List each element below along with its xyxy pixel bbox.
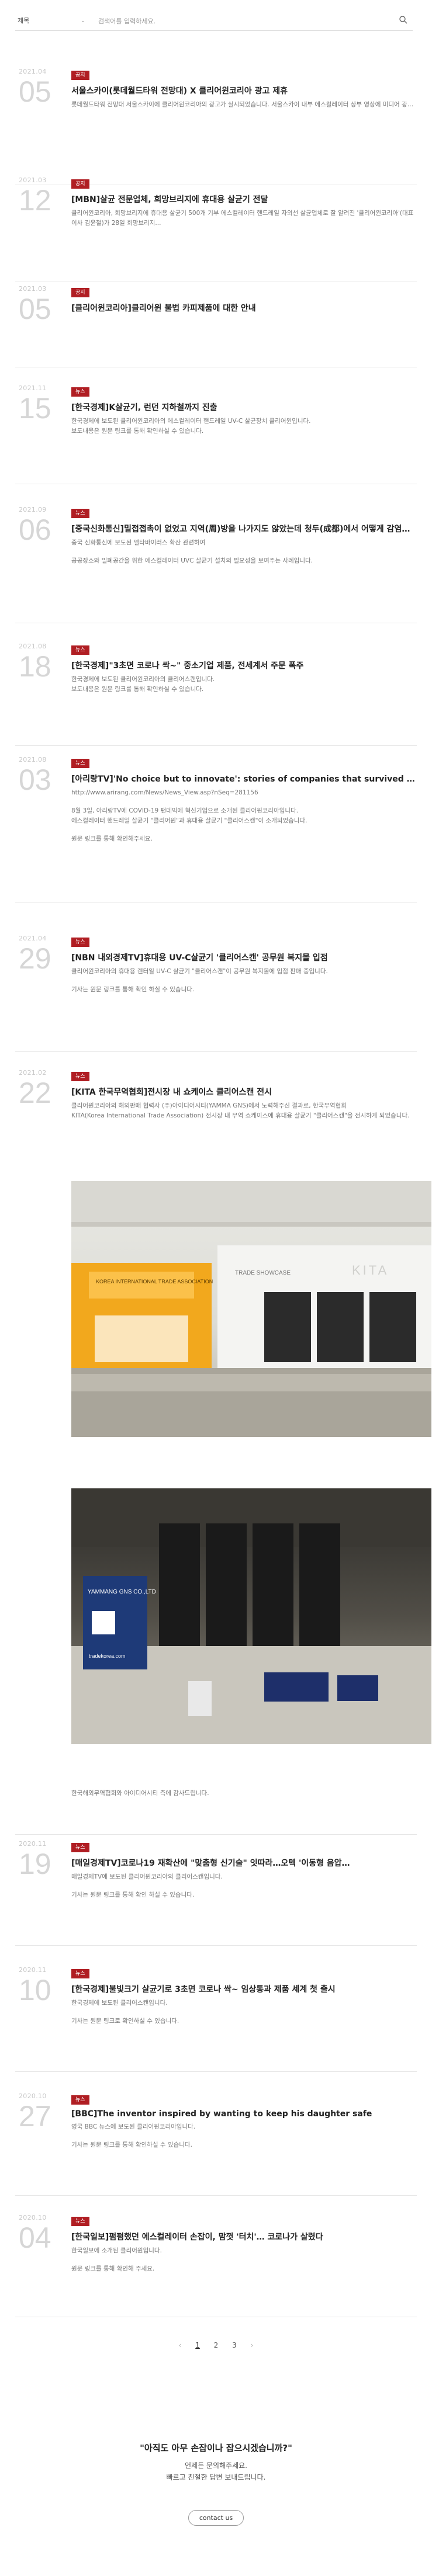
post-title[interactable]: [NBN 내외경제TV]휴대용 UV-C살균기 '클리어스캔' 공무원 복지몰 …: [71, 952, 417, 963]
post-date: 2021.11 15: [19, 384, 51, 425]
post-excerpt: 한국경제에 보도된 클리어윈코리아의 에스컬레이터 핸드레일 UV-C 살균장치…: [71, 418, 311, 435]
post-title[interactable]: [한국경제]K살균기, 런던 지하철까지 진출: [71, 401, 417, 413]
post-title[interactable]: [한국경제]불빛크기 살균기로 3초면 코로나 싹~ 임상통과 제품 세계 첫 …: [71, 1983, 417, 1995]
photo-caption: 한국해외무역협회와 아이디어시티 측에 감사드립니다.: [71, 1790, 209, 1797]
news-badge: 뉴스: [71, 759, 89, 768]
kita-showcase-photo: KOREA INTERNATIONAL TRADE ASSOCIATION TR…: [71, 1181, 431, 1437]
post-title[interactable]: [한국경제]"3초면 코로나 싹~" 중소기업 제품, 전세계서 주문 폭주: [71, 659, 417, 671]
post-title[interactable]: [클리어윈코리아]클리어윈 불법 카피제품에 대한 안내: [71, 302, 417, 314]
post-title[interactable]: [아리랑TV]'No choice but to innovate': stor…: [71, 773, 417, 784]
post-date: 2021.08 03: [19, 756, 51, 796]
news-badge: 뉴스: [71, 645, 89, 655]
post-date: 2021.04 05: [19, 68, 51, 108]
post-item[interactable]: 2021.04 29 뉴스 [NBN 내외경제TV]휴대용 UV-C살균기 '클리…: [15, 935, 417, 1052]
pagination: ‹ 1 2 3 ›: [0, 2341, 432, 2349]
post-title[interactable]: [매일경제TV]코로나19 재확산에 "맞춤형 신기술" 잇따라…오텍 '이동형…: [71, 1857, 417, 1869]
post-excerpt: 클리어윈코리아, 희망브리지에 휴대용 살균기 500개 기부 에스컬레이터 핸…: [71, 210, 414, 227]
news-badge: 뉴스: [71, 2095, 89, 2105]
post-date: 2020.10 04: [19, 2214, 51, 2254]
post-excerpt: 중국 신화통신에 보도된 델타바이러스 확산 관련하여 공공장소와 밀폐공간을 위…: [71, 539, 313, 564]
post-date: 2021.04 29: [19, 935, 51, 975]
search-icon[interactable]: [399, 15, 408, 25]
post-item[interactable]: 2021.03 05 공지 [클리어윈코리아]클리어윈 불법 카피제품에 대한 안…: [15, 285, 417, 367]
cta-line-2: 빠르고 친절한 답변 보내드립니다.: [166, 2473, 266, 2481]
category-select-label: 제목: [18, 17, 30, 25]
post-date: 2020.11 19: [19, 1840, 51, 1880]
booth-label: YAMMANG GNS CO.,LTD: [88, 1589, 156, 1595]
post-excerpt: 한국경제에 보도된 클리어스캔입니다. 기사는 원문 링크로 확인하실 수 있습니…: [71, 1999, 179, 2025]
news-badge: 뉴스: [71, 509, 89, 518]
post-excerpt: 한국경제에 보도된 클리어윈코리아의 클리어스캔입니다. 보도내용은 원문 링크를…: [71, 676, 215, 693]
next-page-button[interactable]: ›: [251, 2341, 254, 2349]
post-excerpt: 영국 BBC 뉴스에 보도된 클리어윈코리아입니다. 기사는 원문 링크를 통해 …: [71, 2123, 196, 2148]
post-date: 2020.11 10: [19, 1966, 51, 2006]
contact-cta: "아직도 아무 손잡이나 잡으시겠습니까?" 언제든 문의해주세요. 빠르고 친…: [0, 2442, 432, 2526]
news-badge: 뉴스: [71, 1843, 89, 1852]
post-item[interactable]: 2021.04 05 공지 서울스카이(롯데월드타워 전망대) X 클리어윈코리아…: [15, 68, 417, 185]
page-link-3[interactable]: 3: [232, 2341, 237, 2349]
post-title[interactable]: [MBN]살균 전문업체, 희망브리지에 휴대용 살균기 전달: [71, 193, 417, 205]
post-date: 2021.09 06: [19, 506, 51, 546]
post-item[interactable]: 2020.11 19 뉴스 [매일경제TV]코로나19 재확산에 "맞춤형 신기술…: [15, 1840, 417, 1946]
post-item[interactable]: 2021.11 15 뉴스 [한국경제]K살균기, 런던 지하철까지 진출 한국경…: [15, 384, 417, 484]
cta-question: "아직도 아무 손잡이나 잡으시겠습니까?": [140, 2443, 292, 2453]
category-select[interactable]: 제목 ⌄: [18, 15, 88, 27]
post-item[interactable]: 2020.10 27 뉴스 [BBC]The inventor inspired …: [15, 2092, 417, 2196]
post-item[interactable]: 2020.11 10 뉴스 [한국경제]불빛크기 살균기로 3초면 코로나 싹~ …: [15, 1966, 417, 2072]
post-title[interactable]: [한국일보]펌펌했던 에스컬레이터 손잡이, 맘껏 '터치'… 코로나가 살렸다: [71, 2231, 417, 2242]
prev-page-button[interactable]: ‹: [179, 2341, 182, 2349]
news-badge: 뉴스: [71, 1072, 89, 1081]
post-excerpt: 한국일보에 소개된 클리어윈입니다. 원문 링크를 통해 확인해 주세요.: [71, 2247, 162, 2272]
news-badge: 뉴스: [71, 387, 89, 397]
post-title[interactable]: [중국신화통신]밀접접촉이 없었고 지역(周)방을 나가지도 않았는데 청두(成…: [71, 523, 417, 534]
post-date: 2021.08 18: [19, 643, 51, 683]
news-badge: 뉴스: [71, 2217, 89, 2226]
notice-badge: 공지: [71, 288, 89, 297]
page-link-2[interactable]: 2: [214, 2341, 219, 2349]
news-badge: 뉴스: [71, 938, 89, 947]
news-badge: 뉴스: [71, 1969, 89, 1978]
post-item[interactable]: 2020.10 04 뉴스 [한국일보]펌펌했던 에스컬레이터 손잡이, 맘껏 '…: [15, 2214, 417, 2317]
post-item[interactable]: 2021.03 12 공지 [MBN]살균 전문업체, 희망브리지에 휴대용 살균…: [15, 176, 417, 282]
showcase-title: KOREA INTERNATIONAL TRADE ASSOCIATION: [96, 1279, 213, 1284]
post-date: 2020.10 27: [19, 2092, 51, 2133]
cta-subtext: 언제든 문의해주세요. 빠르고 친절한 답변 보내드립니다.: [0, 2460, 432, 2483]
search-bar: 제목 ⌄: [15, 12, 413, 31]
booth-photo: YAMMANG GNS CO.,LTD tradekorea.com: [71, 1488, 431, 1744]
post-excerpt: 클리어윈코리아의 휴대용 렌터일 UV-C 살균기 "클리어스캔"이 공무원 복…: [71, 968, 328, 993]
chevron-down-icon: ⌄: [81, 18, 85, 24]
cta-line-1: 언제든 문의해주세요.: [185, 2462, 247, 2470]
post-date: 2021.03 05: [19, 285, 51, 325]
kita-sign: KITA: [352, 1263, 389, 1277]
page-link-1[interactable]: 1: [195, 2341, 200, 2349]
source-link[interactable]: http://www.arirang.com/News/News_View.as…: [71, 788, 417, 798]
post-date: 2021.03 12: [19, 176, 51, 217]
contact-us-button[interactable]: contact us: [188, 2510, 244, 2526]
post-title[interactable]: [KITA 한국무역협회]전시장 내 쇼케이스 클리어스캔 전시: [71, 1086, 417, 1098]
post-item[interactable]: 2021.08 18 뉴스 [한국경제]"3초면 코로나 싹~" 중소기업 제품,…: [15, 643, 417, 746]
post-excerpt: 롯데월드타워 전망대 서울스카이에 클리어윈코리아의 광고가 실시되었습니다. …: [71, 101, 417, 108]
post-item[interactable]: 2021.09 06 뉴스 [중국신화통신]밀접접촉이 없었고 지역(周)방을 나…: [15, 506, 417, 623]
notice-badge: 공지: [71, 179, 89, 189]
post-title[interactable]: 서울스카이(롯데월드타워 전망대) X 클리어윈코리아 광고 제휴: [71, 85, 417, 96]
notice-badge: 공지: [71, 71, 89, 80]
post-excerpt: 클리어윈코리아의 해외판매 협력사 (주)아이디어시티(YAMMA GNS)에서…: [71, 1102, 410, 1119]
post-excerpt: http://www.arirang.com/News/News_View.as…: [71, 788, 417, 844]
trade-label: TRADE SHOWCASE: [235, 1270, 291, 1276]
post-title[interactable]: [BBC]The inventor inspired by wanting to…: [71, 2109, 417, 2119]
post-item[interactable]: 2021.08 03 뉴스 [아리랑TV]'No choice but to in…: [15, 756, 417, 902]
search-input[interactable]: [97, 14, 392, 28]
post-excerpt: 매일경제TV에 보도된 클리어윈코리아의 클리어스캔입니다. 기사는 원문 링크를…: [71, 1873, 223, 1898]
domain-label: tradekorea.com: [89, 1653, 126, 1659]
post-date: 2021.02 22: [19, 1069, 51, 1109]
